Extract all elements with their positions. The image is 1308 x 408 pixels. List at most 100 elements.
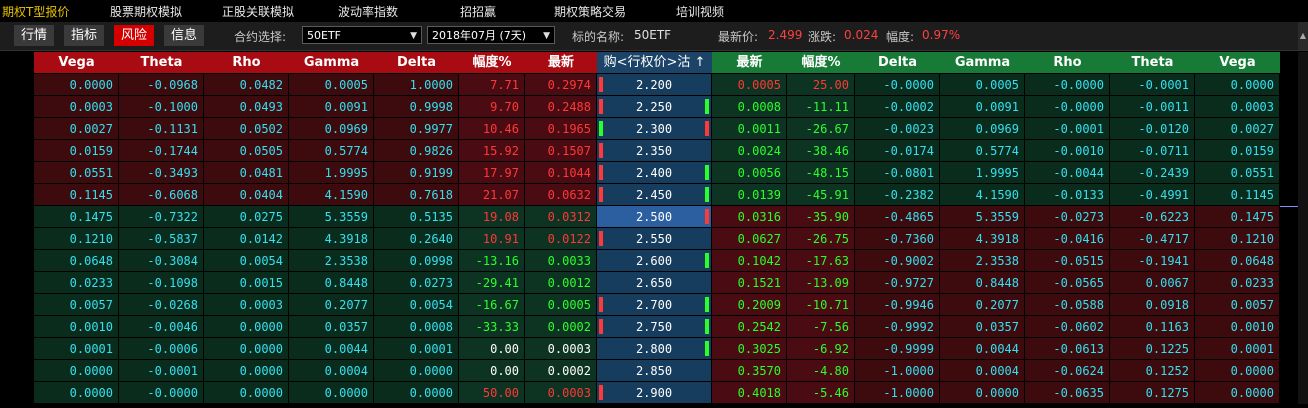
put-cell-Rho[interactable]: -0.0515 bbox=[1025, 250, 1110, 272]
put-cell-Theta[interactable]: -0.0120 bbox=[1110, 118, 1195, 140]
put-cell-Theta[interactable]: 0.1252 bbox=[1110, 360, 1195, 382]
put-cell-Gamma[interactable]: 0.0091 bbox=[940, 96, 1025, 118]
vertical-scrollbar[interactable] bbox=[1298, 52, 1308, 404]
call-cell-Gamma[interactable]: 0.0000 bbox=[289, 382, 374, 404]
put-cell-Theta[interactable]: -0.4717 bbox=[1110, 228, 1195, 250]
call-cell-Delta[interactable]: 0.7618 bbox=[374, 184, 459, 206]
put-cell-Delta[interactable]: -0.0002 bbox=[855, 96, 940, 118]
call-cell-Theta[interactable]: -0.0268 bbox=[119, 294, 204, 316]
call-cell-Theta[interactable]: -0.1000 bbox=[119, 96, 204, 118]
call-cell-Delta[interactable]: 0.2640 bbox=[374, 228, 459, 250]
put-cell-Gamma[interactable]: 0.0357 bbox=[940, 316, 1025, 338]
strike-cell[interactable]: 2.550 bbox=[597, 228, 712, 250]
put-cell-Delta[interactable]: -0.9992 bbox=[855, 316, 940, 338]
call-cell-Vega[interactable]: 0.0648 bbox=[34, 250, 119, 272]
call-cell-Gamma[interactable]: 4.3918 bbox=[289, 228, 374, 250]
put-header-4[interactable]: Rho bbox=[1025, 52, 1110, 73]
strike-cell[interactable]: 2.300 bbox=[597, 118, 712, 140]
put-cell-Theta[interactable]: -0.4991 bbox=[1110, 184, 1195, 206]
call-cell-Vega[interactable]: 0.0057 bbox=[34, 294, 119, 316]
call-cell-Gamma[interactable]: 0.2077 bbox=[289, 294, 374, 316]
call-cell-Gamma[interactable]: 0.8448 bbox=[289, 272, 374, 294]
put-cell-Vega[interactable]: 0.0233 bbox=[1195, 272, 1280, 294]
call-cell-Vega[interactable]: 0.0159 bbox=[34, 140, 119, 162]
strike-cell[interactable]: 2.450 bbox=[597, 184, 712, 206]
put-cell-Gamma[interactable]: 0.5774 bbox=[940, 140, 1025, 162]
call-cell-Gamma[interactable]: 0.0091 bbox=[289, 96, 374, 118]
put-cell-Gamma[interactable]: 4.3918 bbox=[940, 228, 1025, 250]
view-tab-0[interactable]: 行情 bbox=[14, 25, 54, 46]
call-cell-最新[interactable]: 0.0632 bbox=[525, 184, 597, 206]
put-cell-幅度%[interactable]: -35.90 bbox=[787, 206, 855, 228]
call-cell-Gamma[interactable]: 4.1590 bbox=[289, 184, 374, 206]
call-cell-最新[interactable]: 0.0122 bbox=[525, 228, 597, 250]
call-cell-幅度%[interactable]: 9.70 bbox=[459, 96, 525, 118]
strike-cell[interactable]: 2.500 bbox=[597, 206, 712, 228]
put-cell-最新[interactable]: 0.3025 bbox=[712, 338, 787, 360]
put-header-2[interactable]: Delta bbox=[855, 52, 940, 73]
put-cell-Delta[interactable]: -0.0023 bbox=[855, 118, 940, 140]
call-cell-Delta[interactable]: 0.0054 bbox=[374, 294, 459, 316]
put-cell-Vega[interactable]: 0.0027 bbox=[1195, 118, 1280, 140]
put-cell-Theta[interactable]: -0.1941 bbox=[1110, 250, 1195, 272]
call-header-4[interactable]: Delta bbox=[374, 52, 459, 73]
put-cell-最新[interactable]: 0.1042 bbox=[712, 250, 787, 272]
put-cell-最新[interactable]: 0.4018 bbox=[712, 382, 787, 404]
call-cell-Gamma[interactable]: 0.0357 bbox=[289, 316, 374, 338]
call-cell-最新[interactable]: 0.1044 bbox=[525, 162, 597, 184]
put-cell-Rho[interactable]: -0.0624 bbox=[1025, 360, 1110, 382]
view-tab-2[interactable]: 风险 bbox=[114, 25, 154, 46]
put-cell-Vega[interactable]: 0.0010 bbox=[1195, 316, 1280, 338]
call-cell-Vega[interactable]: 0.1210 bbox=[34, 228, 119, 250]
put-cell-Delta[interactable]: -0.0801 bbox=[855, 162, 940, 184]
call-cell-Theta[interactable]: -0.1131 bbox=[119, 118, 204, 140]
call-cell-幅度%[interactable]: 15.92 bbox=[459, 140, 525, 162]
put-cell-Theta[interactable]: -0.2439 bbox=[1110, 162, 1195, 184]
put-cell-Gamma[interactable]: 0.0044 bbox=[940, 338, 1025, 360]
call-cell-Delta[interactable]: 0.0008 bbox=[374, 316, 459, 338]
put-cell-Rho[interactable]: -0.0000 bbox=[1025, 96, 1110, 118]
put-cell-最新[interactable]: 0.3570 bbox=[712, 360, 787, 382]
call-cell-Rho[interactable]: 0.0481 bbox=[204, 162, 289, 184]
call-cell-Delta[interactable]: 0.9199 bbox=[374, 162, 459, 184]
put-cell-Theta[interactable]: -0.0011 bbox=[1110, 96, 1195, 118]
put-cell-最新[interactable]: 0.0024 bbox=[712, 140, 787, 162]
put-cell-幅度%[interactable]: -7.56 bbox=[787, 316, 855, 338]
put-cell-Gamma[interactable]: 0.2077 bbox=[940, 294, 1025, 316]
call-cell-最新[interactable]: 0.0003 bbox=[525, 382, 597, 404]
put-cell-Vega[interactable]: 0.0648 bbox=[1195, 250, 1280, 272]
table-row[interactable]: 0.0159 -0.1744 0.0505 0.5774 0.9826 15.92 0.15… bbox=[0, 140, 1308, 162]
call-cell-Rho[interactable]: 0.0000 bbox=[204, 360, 289, 382]
table-row[interactable]: 0.0233 -0.1098 0.0015 0.8448 0.0273 -29.41 0.0… bbox=[0, 272, 1308, 294]
call-cell-幅度%[interactable]: 0.00 bbox=[459, 338, 525, 360]
call-header-0[interactable]: Vega bbox=[34, 52, 119, 73]
call-cell-Theta[interactable]: -0.1098 bbox=[119, 272, 204, 294]
put-header-3[interactable]: Gamma bbox=[940, 52, 1025, 73]
call-cell-Delta[interactable]: 0.0998 bbox=[374, 250, 459, 272]
call-cell-Theta[interactable]: -0.6068 bbox=[119, 184, 204, 206]
put-cell-最新[interactable]: 0.0627 bbox=[712, 228, 787, 250]
call-cell-Theta[interactable]: -0.0001 bbox=[119, 360, 204, 382]
call-cell-Gamma[interactable]: 0.0044 bbox=[289, 338, 374, 360]
put-cell-Delta[interactable]: -0.9002 bbox=[855, 250, 940, 272]
put-cell-Theta[interactable]: 0.1225 bbox=[1110, 338, 1195, 360]
call-cell-Rho[interactable]: 0.0142 bbox=[204, 228, 289, 250]
call-cell-Vega[interactable]: 0.0003 bbox=[34, 96, 119, 118]
table-row[interactable]: 0.0000 -0.0968 0.0482 0.0005 1.0000 7.71 0.297… bbox=[0, 74, 1308, 96]
call-cell-Gamma[interactable]: 0.0969 bbox=[289, 118, 374, 140]
put-cell-Rho[interactable]: -0.0000 bbox=[1025, 74, 1110, 96]
call-cell-Delta[interactable]: 0.0000 bbox=[374, 382, 459, 404]
table-row[interactable]: 0.0003 -0.1000 0.0493 0.0091 0.9998 9.70 0.248… bbox=[0, 96, 1308, 118]
call-cell-Delta[interactable]: 0.9977 bbox=[374, 118, 459, 140]
put-cell-Theta[interactable]: -0.0711 bbox=[1110, 140, 1195, 162]
put-cell-最新[interactable]: 0.0139 bbox=[712, 184, 787, 206]
call-cell-Theta[interactable]: -0.0006 bbox=[119, 338, 204, 360]
put-cell-Theta[interactable]: -0.6223 bbox=[1110, 206, 1195, 228]
call-cell-Rho[interactable]: 0.0404 bbox=[204, 184, 289, 206]
put-cell-Gamma[interactable]: 2.3538 bbox=[940, 250, 1025, 272]
put-cell-Delta[interactable]: -1.0000 bbox=[855, 360, 940, 382]
put-cell-Delta[interactable]: -0.0000 bbox=[855, 74, 940, 96]
put-cell-Rho[interactable]: -0.0273 bbox=[1025, 206, 1110, 228]
call-cell-最新[interactable]: 0.0012 bbox=[525, 272, 597, 294]
call-cell-幅度%[interactable]: 10.91 bbox=[459, 228, 525, 250]
